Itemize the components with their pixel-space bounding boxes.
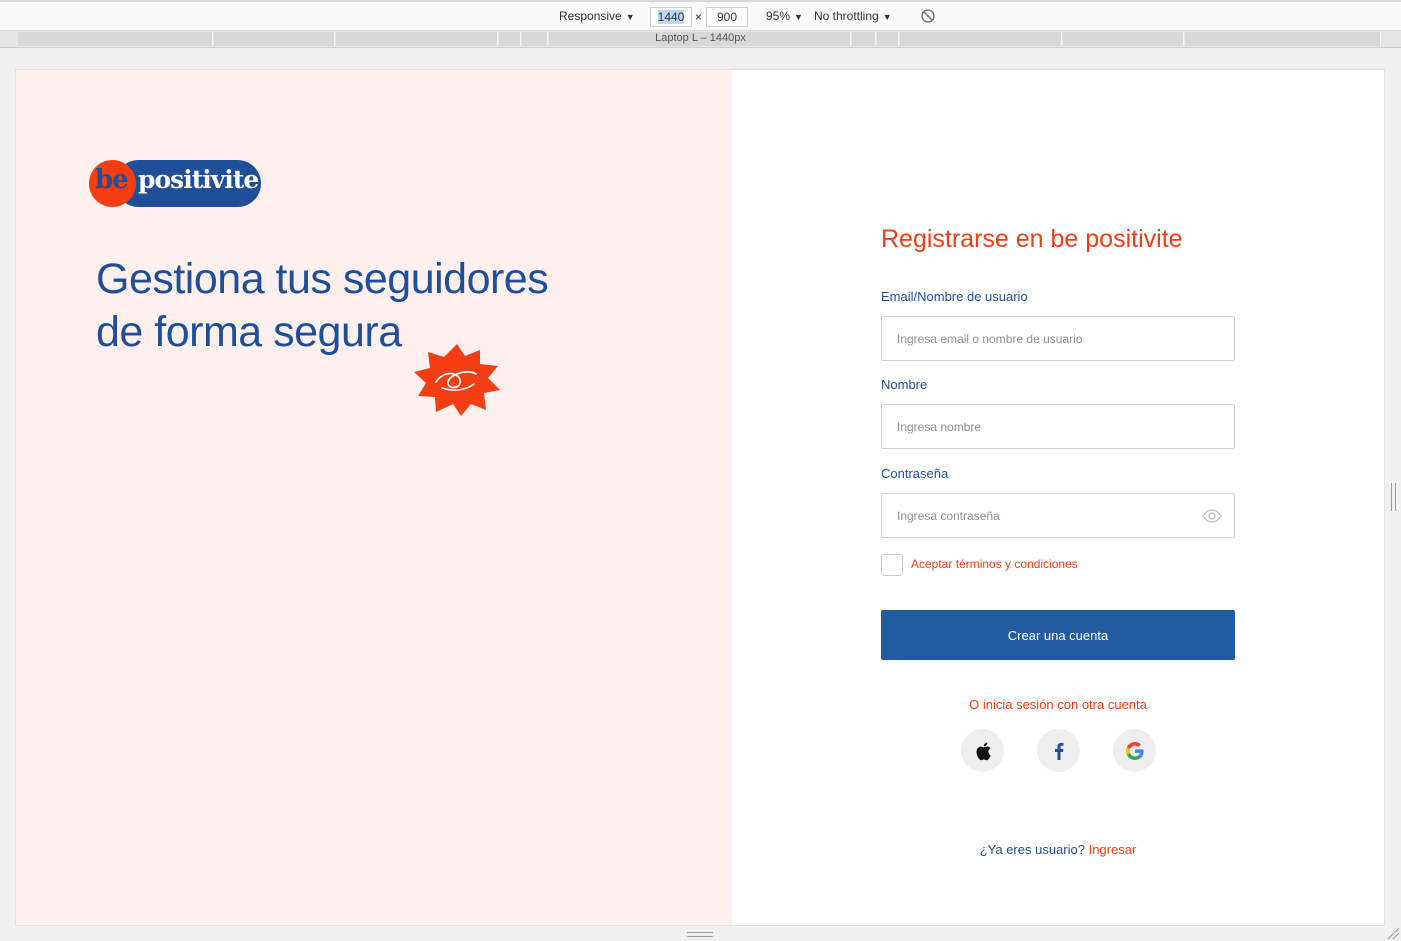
chevron-down-icon: ▼ [625,12,635,22]
facebook-icon [1054,742,1063,760]
terms-checkbox[interactable] [881,554,903,576]
resize-corner-icon[interactable] [1386,926,1400,940]
zoom-label: 95% [766,9,791,23]
throttling-select[interactable]: No throttling ▼ [814,9,892,23]
hero-line-2: de forma segura [96,308,402,356]
login-link[interactable]: Ingresar [1089,842,1137,857]
width-input[interactable]: 1440 [650,7,692,27]
brand-logo[interactable]: be positivite [89,159,263,208]
signup-panel: Registrarse en be positivite Email/Nombr… [732,70,1384,925]
email-input[interactable] [882,317,1234,360]
alt-login-text: O inicia sesión con otra cuenta [969,697,1147,712]
height-input[interactable]: 900 [706,7,748,27]
media-query-bar: Laptop L – 1440px [0,31,1401,48]
google-icon [1125,741,1144,760]
height-value: 900 [716,10,738,24]
password-label: Contraseña [881,466,949,481]
width-value: 1440 [657,10,685,24]
name-label: Nombre [881,377,928,392]
eye-icon[interactable] [1202,508,1222,524]
terms-label[interactable]: Aceptar términos y condiciones [911,557,1078,571]
password-input[interactable] [882,494,1234,537]
zoom-select[interactable]: 95% ▼ [766,9,803,23]
create-account-button[interactable]: Crear una cuenta [881,610,1235,660]
chevron-down-icon: ▼ [794,12,803,22]
sparkle-badge-icon [414,344,500,416]
apple-icon [976,742,991,760]
resize-handle-right[interactable] [1391,483,1396,511]
logo-name-text: positivite [138,165,259,194]
resize-handle-bottom[interactable] [687,932,713,937]
times-sign: × [695,10,703,24]
email-label: Email/Nombre de usuario [881,289,1028,304]
name-input[interactable] [882,405,1234,448]
device-select[interactable]: Responsive ▼ [559,9,635,23]
name-field[interactable] [881,404,1235,449]
page-viewport: be positivite Gestiona tus seguidores de… [15,69,1385,926]
throttling-label: No throttling [814,9,879,23]
email-field[interactable] [881,316,1235,361]
password-field[interactable] [881,493,1235,538]
chevron-down-icon: ▼ [882,12,892,22]
logo-be-text: be [95,165,129,195]
google-login-button[interactable] [1113,729,1156,772]
hero-panel: be positivite Gestiona tus seguidores de… [16,70,732,925]
devtools-toolbar: Responsive ▼ 1440 × 900 95% ▼ No throttlin… [0,0,1401,31]
hero-line-1: Gestiona tus seguidores [96,255,549,303]
rotate-icon[interactable] [920,8,936,27]
existing-user-text: ¿Ya eres usuario? [979,842,1085,857]
device-label: Responsive [559,9,622,23]
hero-headline: Gestiona tus seguidores de forma segura [96,253,616,359]
existing-user-line: ¿Ya eres usuario? Ingresar [881,842,1235,857]
facebook-login-button[interactable] [1037,729,1080,772]
form-title: Registrarse en be positivite [881,225,1183,253]
apple-login-button[interactable] [961,729,1004,772]
media-query-label: Laptop L – 1440px [655,32,746,44]
